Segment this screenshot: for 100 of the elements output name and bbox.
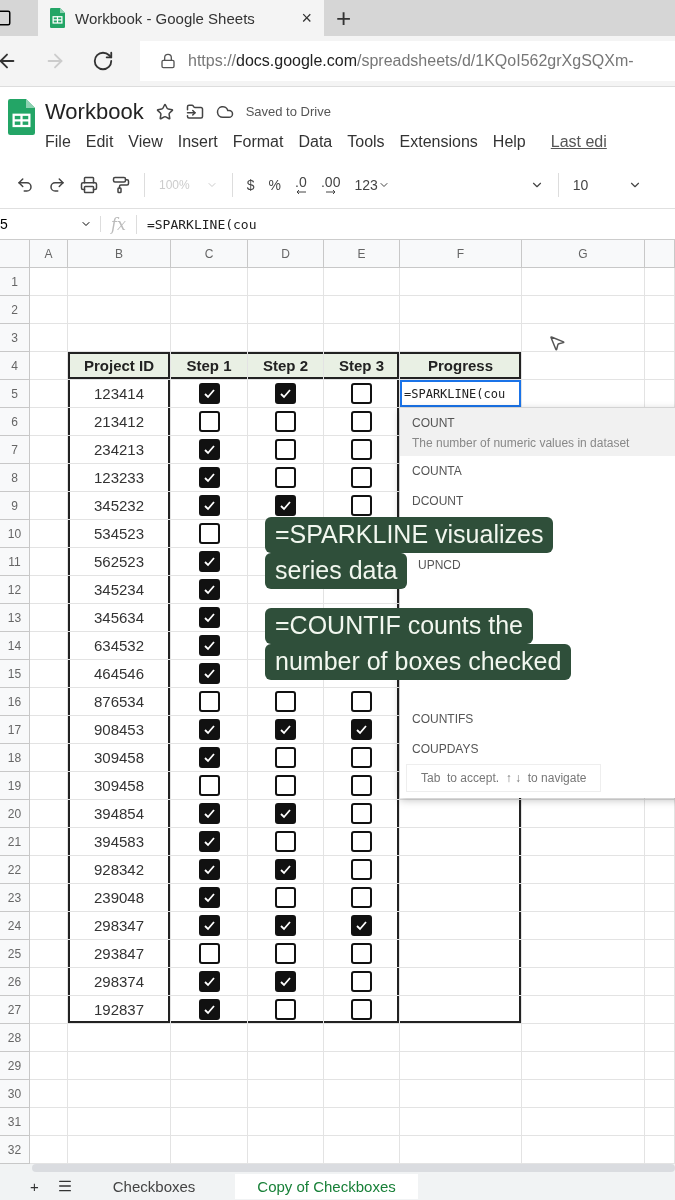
add-sheet-button[interactable]: +: [30, 1177, 39, 1195]
row-number[interactable]: 5: [0, 380, 30, 409]
column-header-cell[interactable]: [645, 240, 675, 269]
checkbox[interactable]: [275, 887, 296, 909]
checkbox[interactable]: [351, 943, 372, 965]
checkbox[interactable]: [198, 775, 220, 797]
checkbox[interactable]: [275, 831, 296, 853]
checkbox[interactable]: [198, 383, 220, 405]
row-number[interactable]: 28: [0, 1024, 30, 1053]
row-number[interactable]: 13: [0, 604, 30, 633]
menu-item[interactable]: File: [45, 132, 71, 151]
checkbox[interactable]: [198, 747, 220, 769]
row-number[interactable]: 2: [0, 296, 30, 325]
checkbox[interactable]: [198, 523, 220, 545]
address-bar[interactable]: https://docs.google.com/spreadsheets/d/1KQoI562grXgSQXm-: [140, 40, 675, 81]
checkbox[interactable]: [275, 803, 296, 825]
checkbox[interactable]: [198, 579, 220, 601]
reload-icon[interactable]: [92, 49, 114, 72]
format-button[interactable]: .00: [320, 175, 341, 196]
checkbox[interactable]: [198, 691, 220, 713]
row-number[interactable]: 4: [0, 352, 30, 381]
row-number[interactable]: 16: [0, 688, 30, 717]
checkbox[interactable]: [198, 971, 220, 993]
checkbox[interactable]: [198, 607, 220, 629]
row-number[interactable]: 14: [0, 632, 30, 661]
row-number[interactable]: 11: [0, 548, 30, 577]
menu-item[interactable]: Data: [298, 132, 333, 151]
row-number[interactable]: 22: [0, 856, 30, 885]
row-number[interactable]: 29: [0, 1052, 30, 1081]
checkbox[interactable]: [351, 859, 372, 881]
checkbox[interactable]: [351, 495, 372, 517]
checkbox[interactable]: [275, 747, 296, 769]
row-number[interactable]: 20: [0, 800, 30, 829]
row-number[interactable]: 18: [0, 744, 30, 773]
sheets-logo-icon[interactable]: [8, 98, 35, 135]
row-number[interactable]: 27: [0, 996, 30, 1025]
checkbox[interactable]: [275, 915, 296, 937]
cell-reference[interactable]: 5: [0, 216, 101, 233]
checkbox[interactable]: [198, 551, 220, 573]
format-button[interactable]: .0: [294, 175, 307, 196]
checkbox[interactable]: [351, 411, 372, 433]
column-letter[interactable]: F: [400, 240, 522, 269]
menu-item[interactable]: Tools: [347, 132, 385, 151]
row-number[interactable]: 17: [0, 716, 30, 745]
row-number[interactable]: 12: [0, 576, 30, 605]
redo-icon[interactable]: [48, 176, 66, 195]
column-letter[interactable]: C: [171, 240, 248, 269]
checkbox[interactable]: [275, 691, 296, 713]
checkbox[interactable]: [198, 439, 220, 461]
checkbox[interactable]: [198, 943, 220, 965]
checkbox[interactable]: [198, 803, 220, 825]
scrollbar[interactable]: [32, 1164, 675, 1173]
checkbox[interactable]: [351, 887, 372, 909]
format-button[interactable]: 123: [354, 178, 390, 193]
row-number[interactable]: 9: [0, 492, 30, 521]
row-number[interactable]: 10: [0, 520, 30, 549]
menu-item[interactable]: Extensions: [399, 132, 478, 151]
folder-icon[interactable]: [185, 102, 204, 121]
row-number[interactable]: 6: [0, 408, 30, 437]
checkbox[interactable]: [275, 719, 296, 741]
column-letter[interactable]: E: [324, 240, 400, 269]
row-number[interactable]: 32: [0, 1136, 30, 1165]
checkbox[interactable]: [198, 887, 220, 909]
print-icon[interactable]: [80, 176, 98, 195]
checkbox[interactable]: [351, 775, 372, 797]
checkbox[interactable]: [351, 803, 372, 825]
row-number[interactable]: 15: [0, 660, 30, 689]
row-number[interactable]: 19: [0, 772, 30, 801]
checkbox[interactable]: [275, 383, 296, 405]
row-number[interactable]: 8: [0, 464, 30, 493]
font-size-dropdown[interactable]: 10: [572, 178, 643, 193]
checkbox[interactable]: [198, 495, 220, 517]
checkbox[interactable]: [351, 691, 372, 713]
new-tab-button[interactable]: +: [336, 5, 352, 31]
checkbox[interactable]: [275, 971, 296, 993]
checkbox[interactable]: [351, 467, 372, 489]
sheet-tab[interactable]: Checkboxes: [90, 1173, 218, 1199]
checkbox[interactable]: [275, 775, 296, 797]
checkbox[interactable]: [351, 915, 372, 937]
sheet-tab[interactable]: Copy of Checkboxes: [235, 1173, 418, 1199]
checkbox[interactable]: [351, 719, 372, 741]
format-button[interactable]: %: [268, 178, 281, 193]
row-number[interactable]: 25: [0, 940, 30, 969]
row-number[interactable]: 30: [0, 1080, 30, 1109]
browser-tab[interactable]: Workbook - Google Sheets ×: [38, 0, 324, 36]
checkbox[interactable]: [351, 747, 372, 769]
paint-format-icon[interactable]: [112, 176, 130, 195]
checkbox[interactable]: [275, 943, 296, 965]
column-letter[interactable]: G: [522, 240, 645, 269]
row-number[interactable]: 31: [0, 1108, 30, 1137]
checkbox[interactable]: [351, 383, 372, 405]
row-number[interactable]: 21: [0, 828, 30, 857]
checkbox[interactable]: [198, 411, 220, 433]
checkbox[interactable]: [198, 467, 220, 489]
menu-item[interactable]: Insert: [177, 132, 218, 151]
row-number[interactable]: 23: [0, 884, 30, 913]
checkbox[interactable]: [275, 411, 296, 433]
checkbox[interactable]: [275, 495, 296, 517]
row-number[interactable]: 3: [0, 324, 30, 353]
undo-icon[interactable]: [16, 176, 34, 195]
